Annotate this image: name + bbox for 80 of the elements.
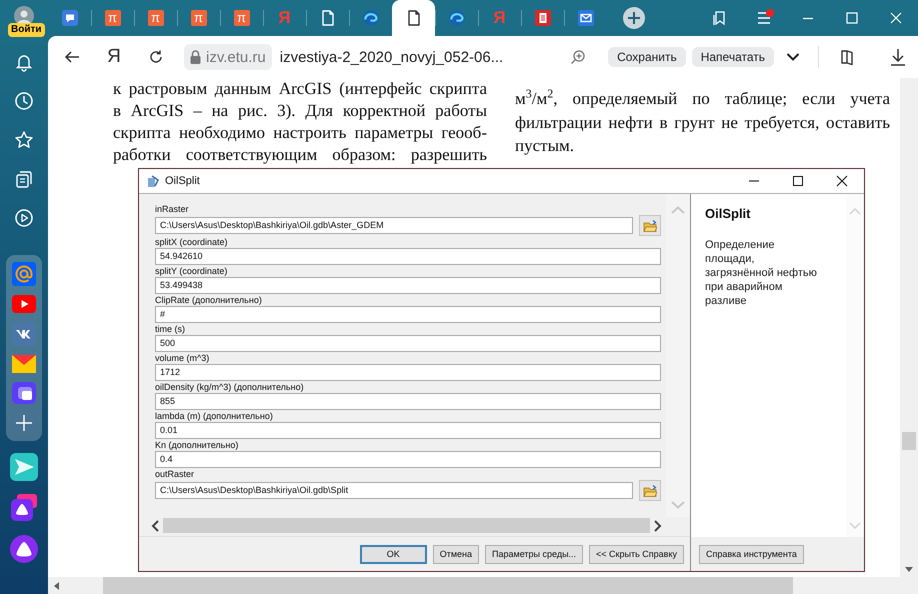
star-icon[interactable] [14, 130, 34, 150]
vertical-scrollbar[interactable] [900, 78, 918, 577]
dialog-button[interactable]: Параметры среды... [485, 544, 584, 564]
scroll-left-icon[interactable] [151, 520, 159, 532]
back-icon [64, 49, 80, 65]
article-paragraph: м$^{3}$/м$^{2}$, определяемый по таблице; если учета фильтрации нефти в грунт не требуется, оставить пустым. [515, 85, 890, 157]
app-icon[interactable] [12, 322, 36, 346]
tool-icon [147, 174, 160, 188]
parameter-label: splitY (coordinate) [155, 266, 228, 277]
browser-tab[interactable] [392, 0, 435, 36]
article-paragraph: к растровым данным ArcGIS (интерфейс скрипта в ArcGIS – на рис. 3). Для корректной работы скрипта необходимо настроить параметры геооб- работки соответствующим образом: разрешить [113, 78, 487, 166]
menu-icon[interactable] [756, 10, 772, 26]
swirl-icon [362, 10, 378, 26]
input-field[interactable]: C:\Users\Asus\Desktop\Bashkiriya\Oil.gdb\Split [155, 482, 633, 499]
scroll-down-icon[interactable] [905, 567, 913, 572]
envelope-icon [578, 10, 594, 26]
triangle-app-icon[interactable] [11, 494, 37, 522]
scroll-thumb[interactable] [902, 432, 916, 450]
scroll-left-icon[interactable] [54, 582, 59, 590]
chat-icon [62, 10, 78, 26]
parameter-label: ClipRate (дополнительно) [155, 295, 263, 306]
address-domain[interactable]: izv.etu.ru [184, 44, 272, 70]
parameter-label: Kn (дополнительно) [155, 440, 240, 451]
parameter-label: time (s) [155, 324, 186, 335]
new-tab-icon[interactable] [623, 7, 645, 29]
input-field[interactable]: 500 [155, 335, 661, 352]
parameter-label: inRaster [155, 204, 190, 215]
parameter-label: oilDensity (kg/m^3) (дополнительно) [155, 382, 305, 393]
document-icon [320, 10, 334, 26]
help-title: OilSplit [705, 206, 752, 221]
browse-button[interactable] [639, 215, 661, 236]
horizontal-scrollbar[interactable] [151, 517, 662, 534]
clock-icon[interactable] [14, 91, 34, 111]
folder-icon [643, 484, 657, 498]
help-description: Определение площади, загрязнённой нефтью при аварийном разливе [705, 238, 818, 308]
window-title: OilSplit [165, 175, 200, 187]
login-badge[interactable]: Войти [8, 23, 45, 37]
input-field[interactable]: 1712 [155, 364, 661, 381]
lock-icon [190, 50, 201, 64]
send-icon[interactable] [10, 453, 38, 481]
dialog-button[interactable]: Отмена [432, 544, 480, 564]
dialog-button[interactable]: << Скрыть Справку [589, 544, 684, 564]
folder-icon [643, 218, 657, 232]
download-icon[interactable] [890, 48, 906, 66]
input-field[interactable]: C:\Users\Asus\Desktop\Bashkiriya\Oil.gdb\Aster_GDEM [155, 217, 633, 234]
at-sign-icon[interactable] [12, 262, 36, 286]
toolbar-button[interactable]: Сохранить [608, 47, 686, 67]
chevron-down-icon[interactable] [786, 52, 800, 62]
scroll-right-icon[interactable] [654, 520, 662, 532]
scroll-thumb[interactable] [103, 577, 793, 594]
horizontal-scrollbar[interactable] [48, 577, 900, 594]
dialog-button[interactable]: OK [360, 544, 427, 564]
input-field[interactable]: 0.4 [155, 451, 661, 468]
document-icon [406, 10, 420, 26]
parameter-label: splitX (coordinate) [155, 237, 229, 248]
input-field[interactable]: 53.499438 [155, 277, 661, 294]
swirl-icon [448, 10, 464, 26]
add-icon[interactable] [14, 413, 34, 433]
input-field[interactable]: 855 [155, 393, 661, 410]
home-button[interactable]: Я [100, 43, 128, 71]
parameter-label: outRaster [155, 469, 196, 480]
play-icon[interactable] [14, 208, 34, 228]
parameter-label: lambda (m) (дополнительно) [155, 411, 274, 422]
zoom-icon[interactable] [570, 49, 586, 65]
help-button[interactable]: Справка инструмента [699, 544, 804, 564]
input-field[interactable]: # [155, 306, 661, 323]
input-field[interactable]: 54.942610 [155, 248, 661, 265]
maximize-icon[interactable] [792, 175, 804, 187]
reload-icon [148, 49, 164, 65]
browse-button[interactable] [639, 480, 661, 501]
document-icon [534, 10, 550, 26]
page-address[interactable]: izvestiya-2_2020_novyj_052-06... [280, 48, 504, 66]
play-icon[interactable] [12, 295, 36, 313]
collections-icon[interactable] [14, 169, 34, 189]
windows-icon[interactable] [12, 382, 36, 404]
toolbar-button[interactable]: Напечатать [692, 47, 774, 67]
triangle-app-icon[interactable] [10, 535, 38, 563]
input-field[interactable]: 0.01 [155, 422, 661, 439]
parameter-label: volume (m^3) [155, 353, 210, 364]
close-icon[interactable] [836, 175, 848, 187]
